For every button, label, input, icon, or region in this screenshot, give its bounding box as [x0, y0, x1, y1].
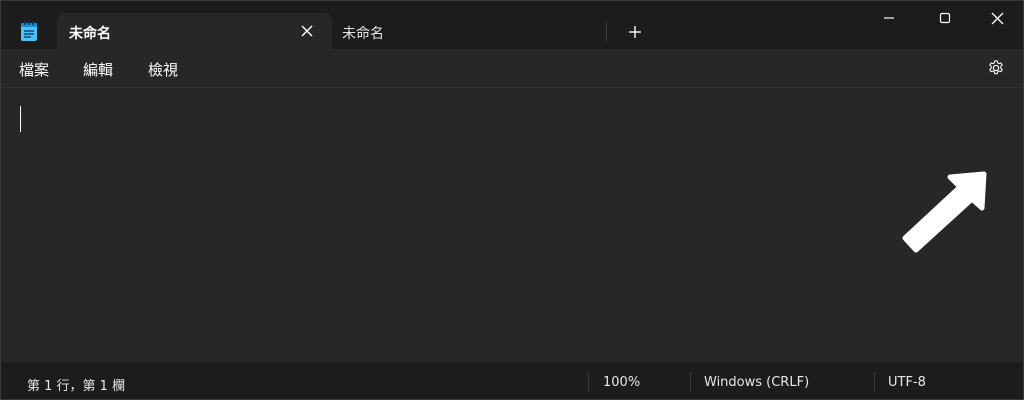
text-encoding[interactable]: UTF-8 — [888, 375, 926, 390]
close-icon[interactable] — [298, 22, 316, 40]
text-caret — [20, 106, 21, 132]
status-bar: 第 1 行，第 1 欄 100% Windows (CRLF) UTF-8 — [1, 362, 1023, 399]
status-divider — [690, 372, 691, 392]
zoom-level[interactable]: 100% — [603, 375, 640, 390]
menu-file[interactable]: 檔案 — [19, 59, 49, 80]
tab-label: 未命名 — [69, 26, 111, 42]
menu-edit[interactable]: 編輯 — [83, 59, 113, 80]
text-editor-area[interactable] — [1, 87, 1023, 362]
tab-untitled-active[interactable]: 未命名 — [57, 13, 332, 49]
close-icon — [991, 12, 1003, 24]
plus-icon — [629, 26, 641, 38]
close-window-button[interactable] — [971, 1, 1023, 35]
minimize-icon — [884, 17, 894, 19]
maximize-icon — [939, 12, 951, 24]
line-ending[interactable]: Windows (CRLF) — [704, 375, 809, 390]
status-divider — [874, 372, 875, 392]
arrow-icon — [902, 171, 987, 253]
menu-view[interactable]: 檢視 — [148, 59, 178, 80]
status-divider — [588, 372, 589, 392]
minimize-button[interactable] — [863, 1, 915, 35]
notepad-icon — [21, 21, 37, 41]
maximize-button[interactable] — [919, 1, 971, 35]
title-bar: 未命名 未命名 — [1, 1, 1023, 49]
cursor-position: 第 1 行，第 1 欄 — [27, 379, 126, 394]
tab-label: 未命名 — [342, 26, 384, 42]
menu-bar: 檔案 編輯 檢視 — [1, 49, 1023, 87]
tab-untitled-inactive[interactable]: 未命名 — [332, 13, 607, 49]
settings-button[interactable] — [985, 57, 1007, 79]
gear-icon — [989, 60, 1003, 75]
tab-divider — [606, 21, 607, 41]
new-tab-button[interactable] — [623, 21, 647, 43]
notepad-window: 未命名 未命名 檔案 編輯 檢視 第 1 行，第 1 欄 100% Window… — [0, 0, 1024, 400]
